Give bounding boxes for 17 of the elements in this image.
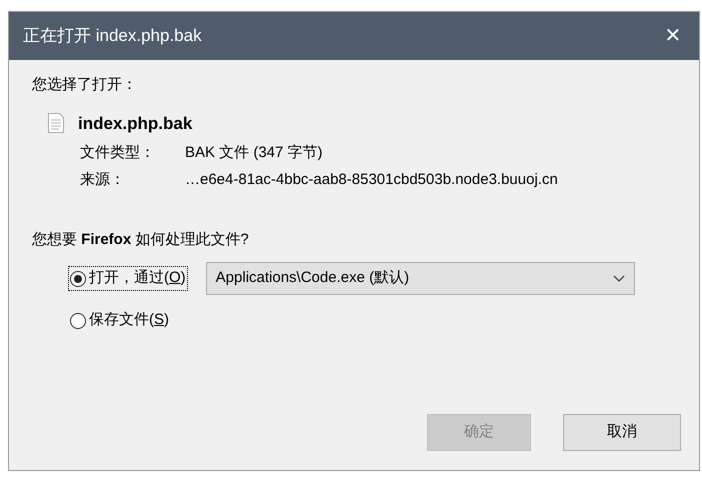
detail-label: 文件类型： bbox=[80, 143, 156, 163]
chevron-down-icon bbox=[612, 274, 625, 282]
radio-button[interactable] bbox=[70, 270, 86, 286]
detail-label: 来源： bbox=[80, 170, 126, 190]
radio-button[interactable] bbox=[70, 312, 86, 328]
radio-option[interactable]: 保存文件(S) bbox=[68, 308, 172, 333]
intro-text: 您选择了打开： bbox=[32, 75, 138, 95]
question-text: 您想要 Firefox 如何处理此文件? bbox=[32, 230, 250, 250]
document-icon bbox=[48, 113, 64, 134]
dialog-button[interactable]: 取消 bbox=[563, 414, 681, 451]
radio-option[interactable]: 打开，通过(O) bbox=[68, 266, 188, 291]
detail-value: …e6e4-81ac-4bbc-aab8-85301cbd503b.node3.buuoj.cn bbox=[185, 170, 558, 190]
close-button[interactable]: ✕ bbox=[657, 20, 689, 52]
file-name: index.php.bak bbox=[78, 112, 192, 134]
app-dropdown[interactable]: Applications\Code.exe (默认) bbox=[206, 262, 635, 295]
detail-value: BAK 文件 (347 字节) bbox=[185, 143, 323, 163]
window-title: 正在打开 index.php.bak bbox=[23, 25, 202, 48]
